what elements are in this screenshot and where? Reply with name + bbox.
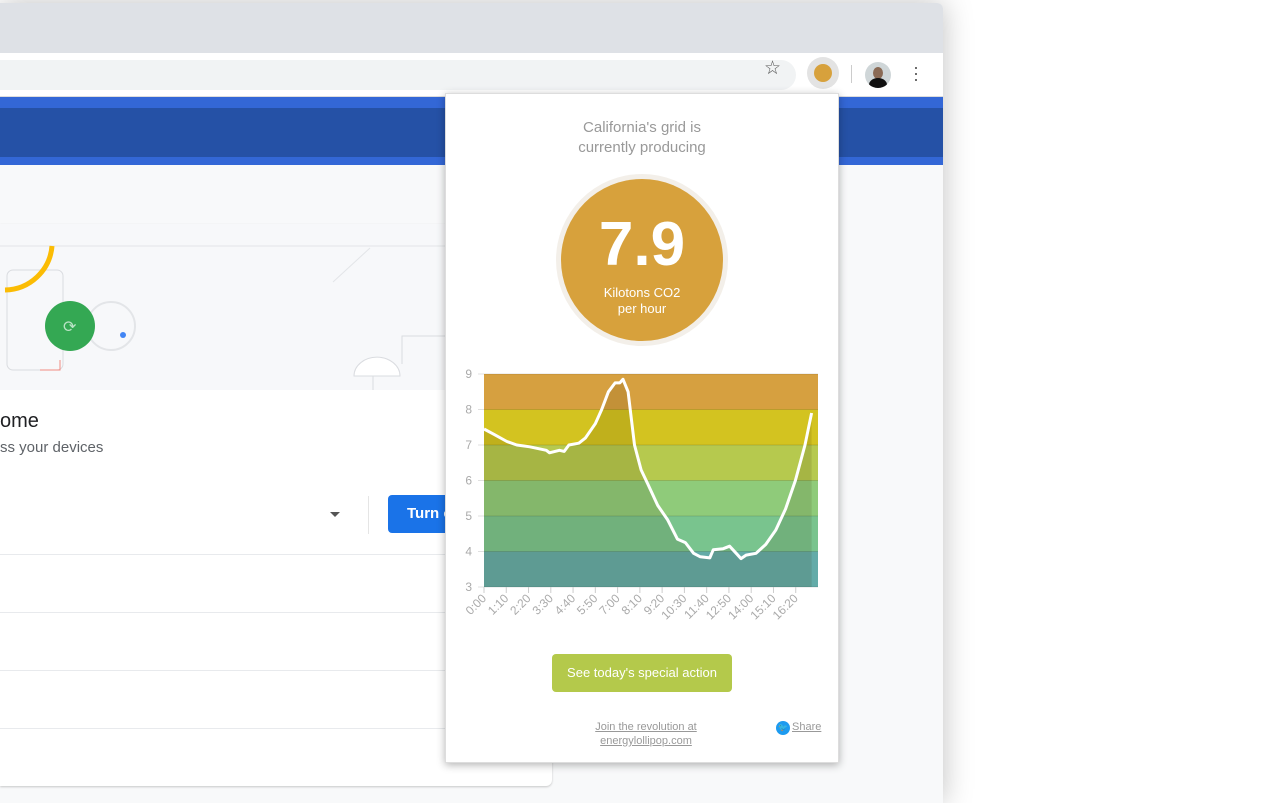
x-tick-label: 0:00 [463,591,490,618]
x-tick-label: 2:20 [507,591,534,618]
title-line: California's grid is [583,119,701,136]
y-tick-label: 7 [465,438,472,452]
chart-band [484,374,818,410]
y-tick-label: 6 [465,474,472,488]
chart-band [484,409,818,445]
twitter-icon: 🐦 [776,721,790,735]
bookmark-star-icon[interactable]: ☆ [764,57,781,80]
x-tick-label: 16:20 [770,591,801,622]
title-line: currently producing [578,139,706,156]
x-tick-label: 5:50 [574,591,601,618]
emissions-chart: 34567890:001:102:203:304:405:507:008:109… [463,367,818,622]
y-tick-label: 3 [465,580,472,594]
join-link[interactable]: Join the revolution at energylollipop.co… [576,720,716,748]
popup-title: California's grid is currently producing [446,118,838,158]
dropdown-caret-icon[interactable] [330,512,340,522]
x-tick-label: 1:10 [485,591,512,618]
x-tick-label: 7:00 [596,591,623,618]
divider [368,496,369,534]
card-title: ome [0,410,39,432]
x-tick-label: 8:10 [619,591,646,618]
tab-strip [0,3,943,53]
extension-button[interactable] [807,57,839,89]
extension-popup: California's grid is currently producing… [445,93,839,763]
y-tick-label: 5 [465,509,472,523]
share-link[interactable]: 🐦 Share [776,721,821,735]
special-action-button[interactable]: See today's special action [552,654,732,692]
svg-text:⟳: ⟳ [63,319,77,336]
cloud-icon [353,356,401,377]
emissions-gauge: 7.9 Kilotons CO2 per hour [556,174,728,346]
divider [851,65,852,83]
lollipop-icon [814,64,832,82]
card-subtitle: ss your devices [0,439,104,456]
y-tick-label: 4 [465,545,472,559]
y-tick-label: 8 [465,403,472,417]
x-tick-label: 3:30 [530,591,557,618]
emissions-value: 7.9 [598,210,686,279]
x-tick-label: 4:40 [552,591,579,618]
address-bar[interactable] [0,60,796,90]
y-tick-label: 9 [465,367,472,381]
emissions-unit: Kilotons CO2 per hour [603,285,681,316]
more-menu-icon[interactable]: · · · [910,58,922,88]
profile-avatar[interactable] [865,62,891,88]
toolbar: ☆ [0,53,943,97]
